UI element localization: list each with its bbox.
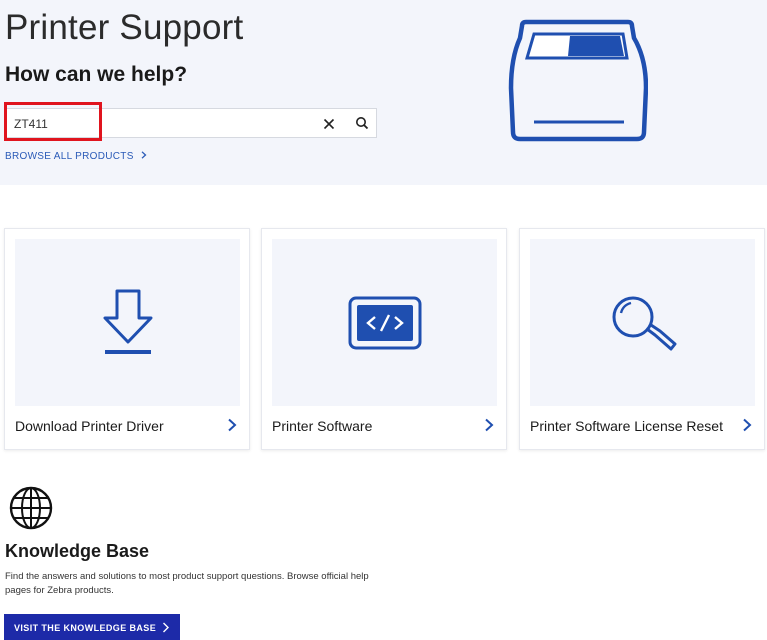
knowledge-base-title: Knowledge Base bbox=[5, 541, 150, 561]
chevron-right-icon bbox=[485, 418, 494, 432]
card-printer-software[interactable]: Printer Software bbox=[261, 228, 507, 450]
download-icon bbox=[103, 289, 152, 354]
chevron-right-icon bbox=[141, 151, 147, 159]
card-download-printer-driver[interactable]: Download Printer Driver bbox=[4, 228, 250, 450]
card-printer-software-license-reset[interactable]: Printer Software License Reset bbox=[519, 228, 765, 450]
close-icon bbox=[323, 118, 335, 130]
visit-knowledge-base-button[interactable]: VISIT THE KNOWLEDGE BASE bbox=[4, 614, 180, 640]
visit-knowledge-base-label: VISIT THE KNOWLEDGE BASE bbox=[14, 623, 157, 633]
card-thumbnail bbox=[272, 239, 497, 406]
card-label: Download Printer Driver bbox=[15, 418, 164, 434]
chevron-right-icon bbox=[163, 622, 169, 633]
card-label: Printer Software bbox=[272, 418, 373, 434]
card-thumbnail bbox=[530, 239, 755, 406]
magnifier-icon bbox=[612, 296, 676, 350]
chevron-right-icon bbox=[228, 418, 237, 432]
search-box bbox=[5, 108, 377, 138]
browse-all-products-link[interactable]: BROWSE ALL PRODUCTS bbox=[5, 151, 147, 162]
search-input[interactable] bbox=[14, 114, 304, 134]
card-label: Printer Software License Reset bbox=[530, 418, 723, 434]
browse-all-products-label: BROWSE ALL PRODUCTS bbox=[5, 151, 134, 162]
chevron-right-icon bbox=[743, 418, 752, 432]
code-icon bbox=[348, 296, 421, 349]
search-icon bbox=[356, 117, 369, 130]
card-thumbnail bbox=[15, 239, 240, 406]
search-button[interactable] bbox=[354, 115, 370, 131]
clear-search-button[interactable] bbox=[321, 116, 337, 132]
page-title: Printer Support bbox=[5, 8, 244, 47]
help-subtitle: How can we help? bbox=[5, 63, 188, 86]
knowledge-base-description: Find the answers and solutions to most p… bbox=[5, 571, 369, 596]
hero-section: Printer Support How can we help? BROWSE … bbox=[0, 0, 767, 185]
printer-icon bbox=[508, 19, 648, 142]
globe-icon bbox=[9, 486, 53, 530]
